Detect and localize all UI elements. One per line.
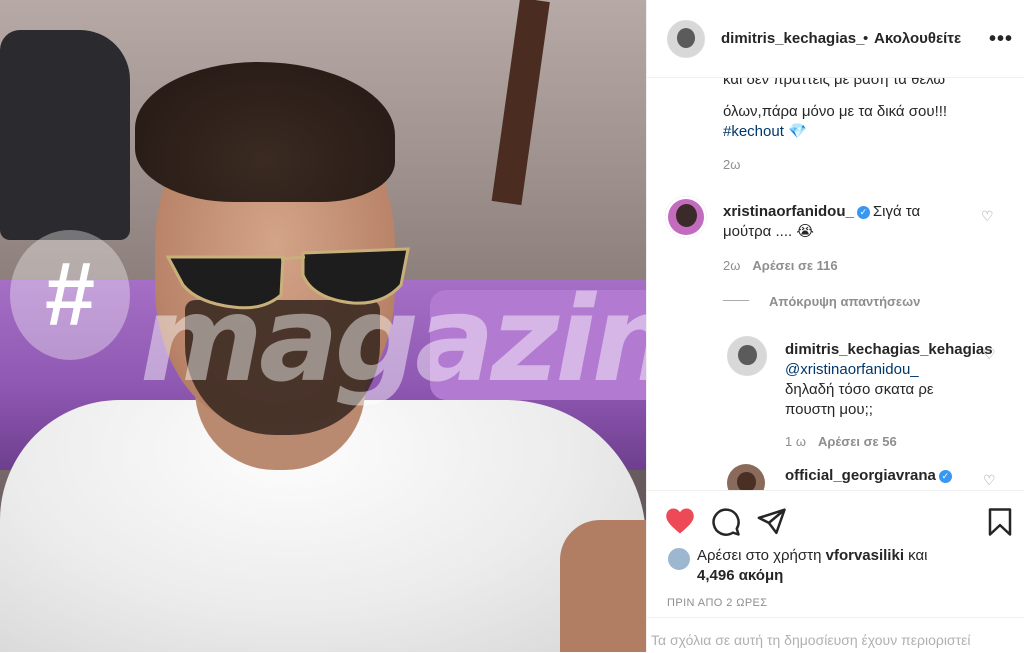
likes-count[interactable]: 4,496 ακόμη [697, 567, 783, 584]
reply-age: 1 ω [785, 434, 806, 449]
reply-mention: @xristinaorfanidou_ [785, 361, 919, 378]
post-side-panel: dimitris_kechagias_ • Ακολουθείτε ••• κα… [646, 0, 1024, 652]
caption-hashtag-line: #kechout 💎 [723, 122, 807, 142]
post-image[interactable]: # magazin [0, 0, 646, 652]
comments-list[interactable]: και δεν πραττεις με βάση τα θέλω όλων,πά… [647, 78, 1024, 490]
comment-text: μούτρα .... [723, 223, 793, 240]
reply-text: πουστη μου;; [785, 401, 873, 418]
reply-meta: 1 ω Αρέσει σε 56 [785, 434, 897, 449]
liked-by-line: Αρέσει στο χρήστη vforvasiliki και [697, 547, 928, 564]
post-header: dimitris_kechagias_ • Ακολουθείτε ••• [647, 0, 1024, 78]
verified-icon: ✓ [938, 469, 952, 483]
comment-meta: 2ω Αρέσει σε 116 [723, 258, 838, 273]
hide-replies-button[interactable]: Απόκρυψη απαντήσεων [769, 294, 920, 309]
author-username[interactable]: dimitris_kechagias_ [721, 30, 864, 47]
heart-outline-icon[interactable]: ♡ [983, 472, 996, 489]
liked-by-prefix: Αρέσει στο χρήστη [697, 547, 822, 564]
following-button[interactable]: Ακολουθείτε [874, 30, 961, 47]
heart-outline-icon[interactable]: ♡ [983, 346, 996, 363]
liker-avatar[interactable] [667, 547, 691, 571]
comment-likes[interactable]: Αρέσει σε 116 [752, 258, 837, 273]
watermark-hash: # [10, 230, 130, 360]
heart-outline-icon[interactable]: ♡ [981, 208, 994, 225]
image-stool [0, 30, 130, 240]
header-separator: • [863, 30, 869, 47]
post-time[interactable]: ΠΡΙΝ ΑΠΟ 2 ΩΡΕΣ [667, 597, 768, 609]
comment-icon[interactable] [711, 507, 741, 537]
crying-emoji: 😭 [796, 223, 814, 240]
comment-username[interactable]: xristinaorfanidou_ [723, 203, 854, 220]
comment-line: xristinaorfanidou_ ✓ Σιγά τα [723, 202, 920, 222]
reply-text: δηλαδή τόσο σκατα ρε [785, 381, 934, 398]
comment-username[interactable]: official_georgiavrana [785, 467, 936, 484]
comment-avatar[interactable] [727, 464, 765, 490]
watermark-text: magazin [140, 270, 646, 408]
comment-avatar[interactable] [665, 196, 707, 238]
diamond-emoji: 💎 [788, 123, 807, 140]
image-arm [560, 520, 646, 652]
comment-text: Σιγά τα [872, 203, 921, 220]
liked-by-user[interactable]: vforvasiliki [826, 547, 904, 564]
heart-filled-icon[interactable] [665, 507, 695, 535]
reply-likes[interactable]: Αρέσει σε 56 [818, 434, 897, 449]
share-icon[interactable] [757, 507, 787, 535]
reply-avatar[interactable] [727, 336, 767, 376]
image-hair [135, 62, 395, 202]
bookmark-icon[interactable] [987, 507, 1013, 537]
author-avatar[interactable] [667, 20, 705, 58]
more-icon[interactable]: ••• [989, 28, 1013, 51]
comment-age: 2ω [723, 258, 741, 273]
caption-age: 2ω [723, 157, 741, 172]
caption-hashtag[interactable]: #kechout [723, 123, 784, 140]
comment-line: μούτρα .... 😭 [723, 222, 814, 242]
comment-line: official_georgiavrana ✓ [785, 466, 955, 486]
reply-username[interactable]: dimitris_kechagias_kehagias [785, 340, 993, 360]
verified-icon: ✓ [856, 205, 870, 219]
replies-divider [723, 300, 749, 301]
post-actions: Αρέσει στο χρήστη vforvasiliki και 4,496… [647, 490, 1024, 652]
caption-line: και δεν πραττεις με βάση τα θέλω [723, 78, 946, 88]
caption-line: όλων,πάρα μόνο με τα δικά σου!!! [723, 103, 948, 120]
liked-by-suffix: και [908, 547, 928, 564]
comments-restricted-notice: Τα σχόλια σε αυτή τη δημοσίευση έχουν πε… [647, 617, 1024, 653]
